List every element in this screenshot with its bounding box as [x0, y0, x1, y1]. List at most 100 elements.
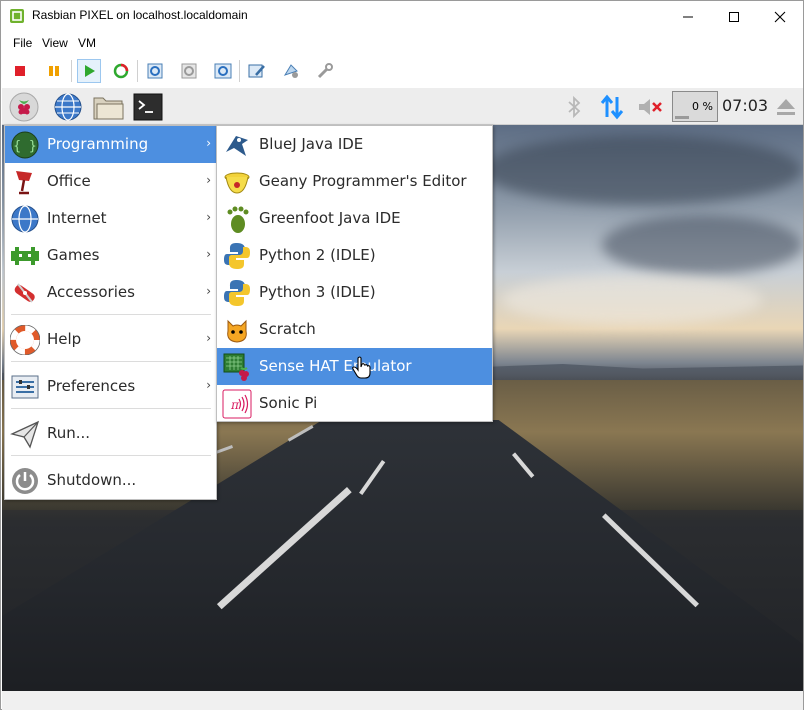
- submenu-item-label: Sonic Pi: [259, 394, 318, 412]
- file-manager-button[interactable]: [92, 91, 124, 123]
- reset-button[interactable]: [109, 59, 133, 83]
- settings-button[interactable]: [245, 59, 269, 83]
- menu-file[interactable]: File: [13, 36, 32, 50]
- menu-item-label: Run...: [47, 424, 91, 442]
- sense-hat-icon: [221, 351, 253, 383]
- greenfoot-icon: [221, 203, 253, 235]
- menu-item-office[interactable]: Office ›: [5, 163, 216, 200]
- eject-button[interactable]: [770, 91, 802, 123]
- snapshot-icon: [147, 63, 163, 79]
- menu-item-programming[interactable]: { } Programming ›: [5, 126, 216, 163]
- menu-item-help[interactable]: Help ›: [5, 321, 216, 358]
- cpu-usage-text: 0 %: [692, 100, 713, 113]
- maximize-button[interactable]: [711, 1, 757, 32]
- close-button[interactable]: [757, 1, 803, 32]
- snapshot-button[interactable]: [143, 59, 167, 83]
- menu-item-preferences[interactable]: Preferences ›: [5, 368, 216, 405]
- menu-item-label: Accessories: [47, 283, 135, 301]
- menu-vm[interactable]: VM: [78, 36, 96, 50]
- submenu-item-greenfoot[interactable]: Greenfoot Java IDE: [217, 200, 492, 237]
- close-icon: [774, 11, 786, 22]
- pause-button[interactable]: [42, 59, 66, 83]
- bluetooth-button[interactable]: [558, 91, 590, 123]
- vmware-app-icon: [10, 9, 24, 23]
- bluetooth-icon: [568, 95, 581, 119]
- cpu-monitor[interactable]: 0 %: [672, 91, 718, 122]
- play-icon: [85, 65, 95, 77]
- sonic-pi-icon: π: [221, 388, 253, 420]
- stop-icon: [15, 66, 25, 76]
- taskbar-panel: 0 % 07:03: [2, 88, 803, 125]
- menu-item-accessories[interactable]: Accessories ›: [5, 274, 216, 311]
- submenu-item-sonic-pi[interactable]: π Sonic Pi: [217, 385, 492, 422]
- run-icon: [9, 418, 41, 450]
- help-icon: [9, 324, 41, 356]
- manage-snapshots-button[interactable]: [211, 59, 235, 83]
- clock[interactable]: 07:03: [722, 96, 768, 115]
- menu-bar: File View VM: [1, 34, 803, 54]
- window-title: Rasbian PIXEL on localhost.localdomain: [32, 8, 248, 22]
- network-icon: [600, 94, 624, 120]
- svg-text:{ }: { }: [13, 139, 36, 154]
- maximize-icon: [729, 11, 739, 22]
- menu-item-label: Help: [47, 330, 82, 348]
- web-browser-button[interactable]: [52, 91, 84, 123]
- submenu-item-scratch[interactable]: Scratch: [217, 311, 492, 348]
- geany-icon: [221, 166, 253, 198]
- volume-button[interactable]: [634, 91, 666, 123]
- tools-button[interactable]: [313, 59, 337, 83]
- menu-item-internet[interactable]: Internet ›: [5, 200, 216, 237]
- preferences-icon: [9, 371, 41, 403]
- pause-icon: [49, 66, 59, 76]
- main-menu: { } Programming › Office › Internet › Ga…: [4, 125, 217, 500]
- eject-icon: [777, 99, 795, 115]
- submenu-item-label: Python 2 (IDLE): [259, 246, 376, 264]
- submenu-item-python3[interactable]: Python 3 (IDLE): [217, 274, 492, 311]
- menu-view[interactable]: View: [42, 36, 68, 50]
- chevron-right-icon: ›: [206, 284, 211, 298]
- web-browser-icon: [54, 93, 82, 121]
- chevron-right-icon: ›: [206, 378, 211, 392]
- revert-button[interactable]: [177, 59, 201, 83]
- menu-item-run[interactable]: Run...: [5, 415, 216, 452]
- manage-snapshots-icon: [214, 63, 232, 79]
- raspberry-menu-icon: [9, 92, 39, 122]
- reset-icon: [113, 63, 129, 79]
- menu-item-shutdown[interactable]: Shutdown...: [5, 462, 216, 499]
- submenu-item-label: Scratch: [259, 320, 316, 338]
- chevron-right-icon: ›: [206, 173, 211, 187]
- terminal-button[interactable]: [132, 91, 164, 123]
- stop-button[interactable]: [8, 59, 32, 83]
- chevron-right-icon: ›: [206, 210, 211, 224]
- file-manager-icon: [93, 97, 124, 120]
- menu-item-label: Office: [47, 172, 91, 190]
- play-button[interactable]: [77, 59, 101, 83]
- title-bar[interactable]: Rasbian PIXEL on localhost.localdomain: [1, 1, 803, 32]
- submenu-item-label: Greenfoot Java IDE: [259, 209, 401, 227]
- menu-item-label: Internet: [47, 209, 107, 227]
- submenu-item-label: Geany Programmer's Editor: [259, 172, 467, 190]
- games-icon: [9, 240, 41, 272]
- submenu-item-label: BlueJ Java IDE: [259, 135, 364, 153]
- volume-muted-icon: [639, 99, 662, 115]
- office-icon: [9, 166, 41, 198]
- terminal-icon: [133, 93, 163, 121]
- accessories-icon: [9, 277, 41, 309]
- menu-item-label: Games: [47, 246, 100, 264]
- guest-screen[interactable]: 0 % 07:03 {} Programming › Office › Int…: [2, 88, 803, 691]
- share-icon: [283, 64, 298, 78]
- raspberry-menu-button[interactable]: [8, 91, 40, 123]
- status-bar: [2, 691, 803, 710]
- tools-icon: [317, 63, 333, 79]
- cpu-usage-bar: [675, 116, 689, 119]
- submenu-item-geany[interactable]: Geany Programmer's Editor: [217, 163, 492, 200]
- submenu-item-python2[interactable]: Python 2 (IDLE): [217, 237, 492, 274]
- settings-icon: [248, 64, 265, 78]
- submenu-item-bluej[interactable]: BlueJ Java IDE: [217, 126, 492, 163]
- share-button[interactable]: [279, 59, 303, 83]
- chevron-right-icon: ›: [206, 136, 211, 150]
- network-button[interactable]: [596, 91, 628, 123]
- menu-item-games[interactable]: Games ›: [5, 237, 216, 274]
- revert-icon: [181, 63, 197, 79]
- minimize-button[interactable]: [665, 1, 711, 32]
